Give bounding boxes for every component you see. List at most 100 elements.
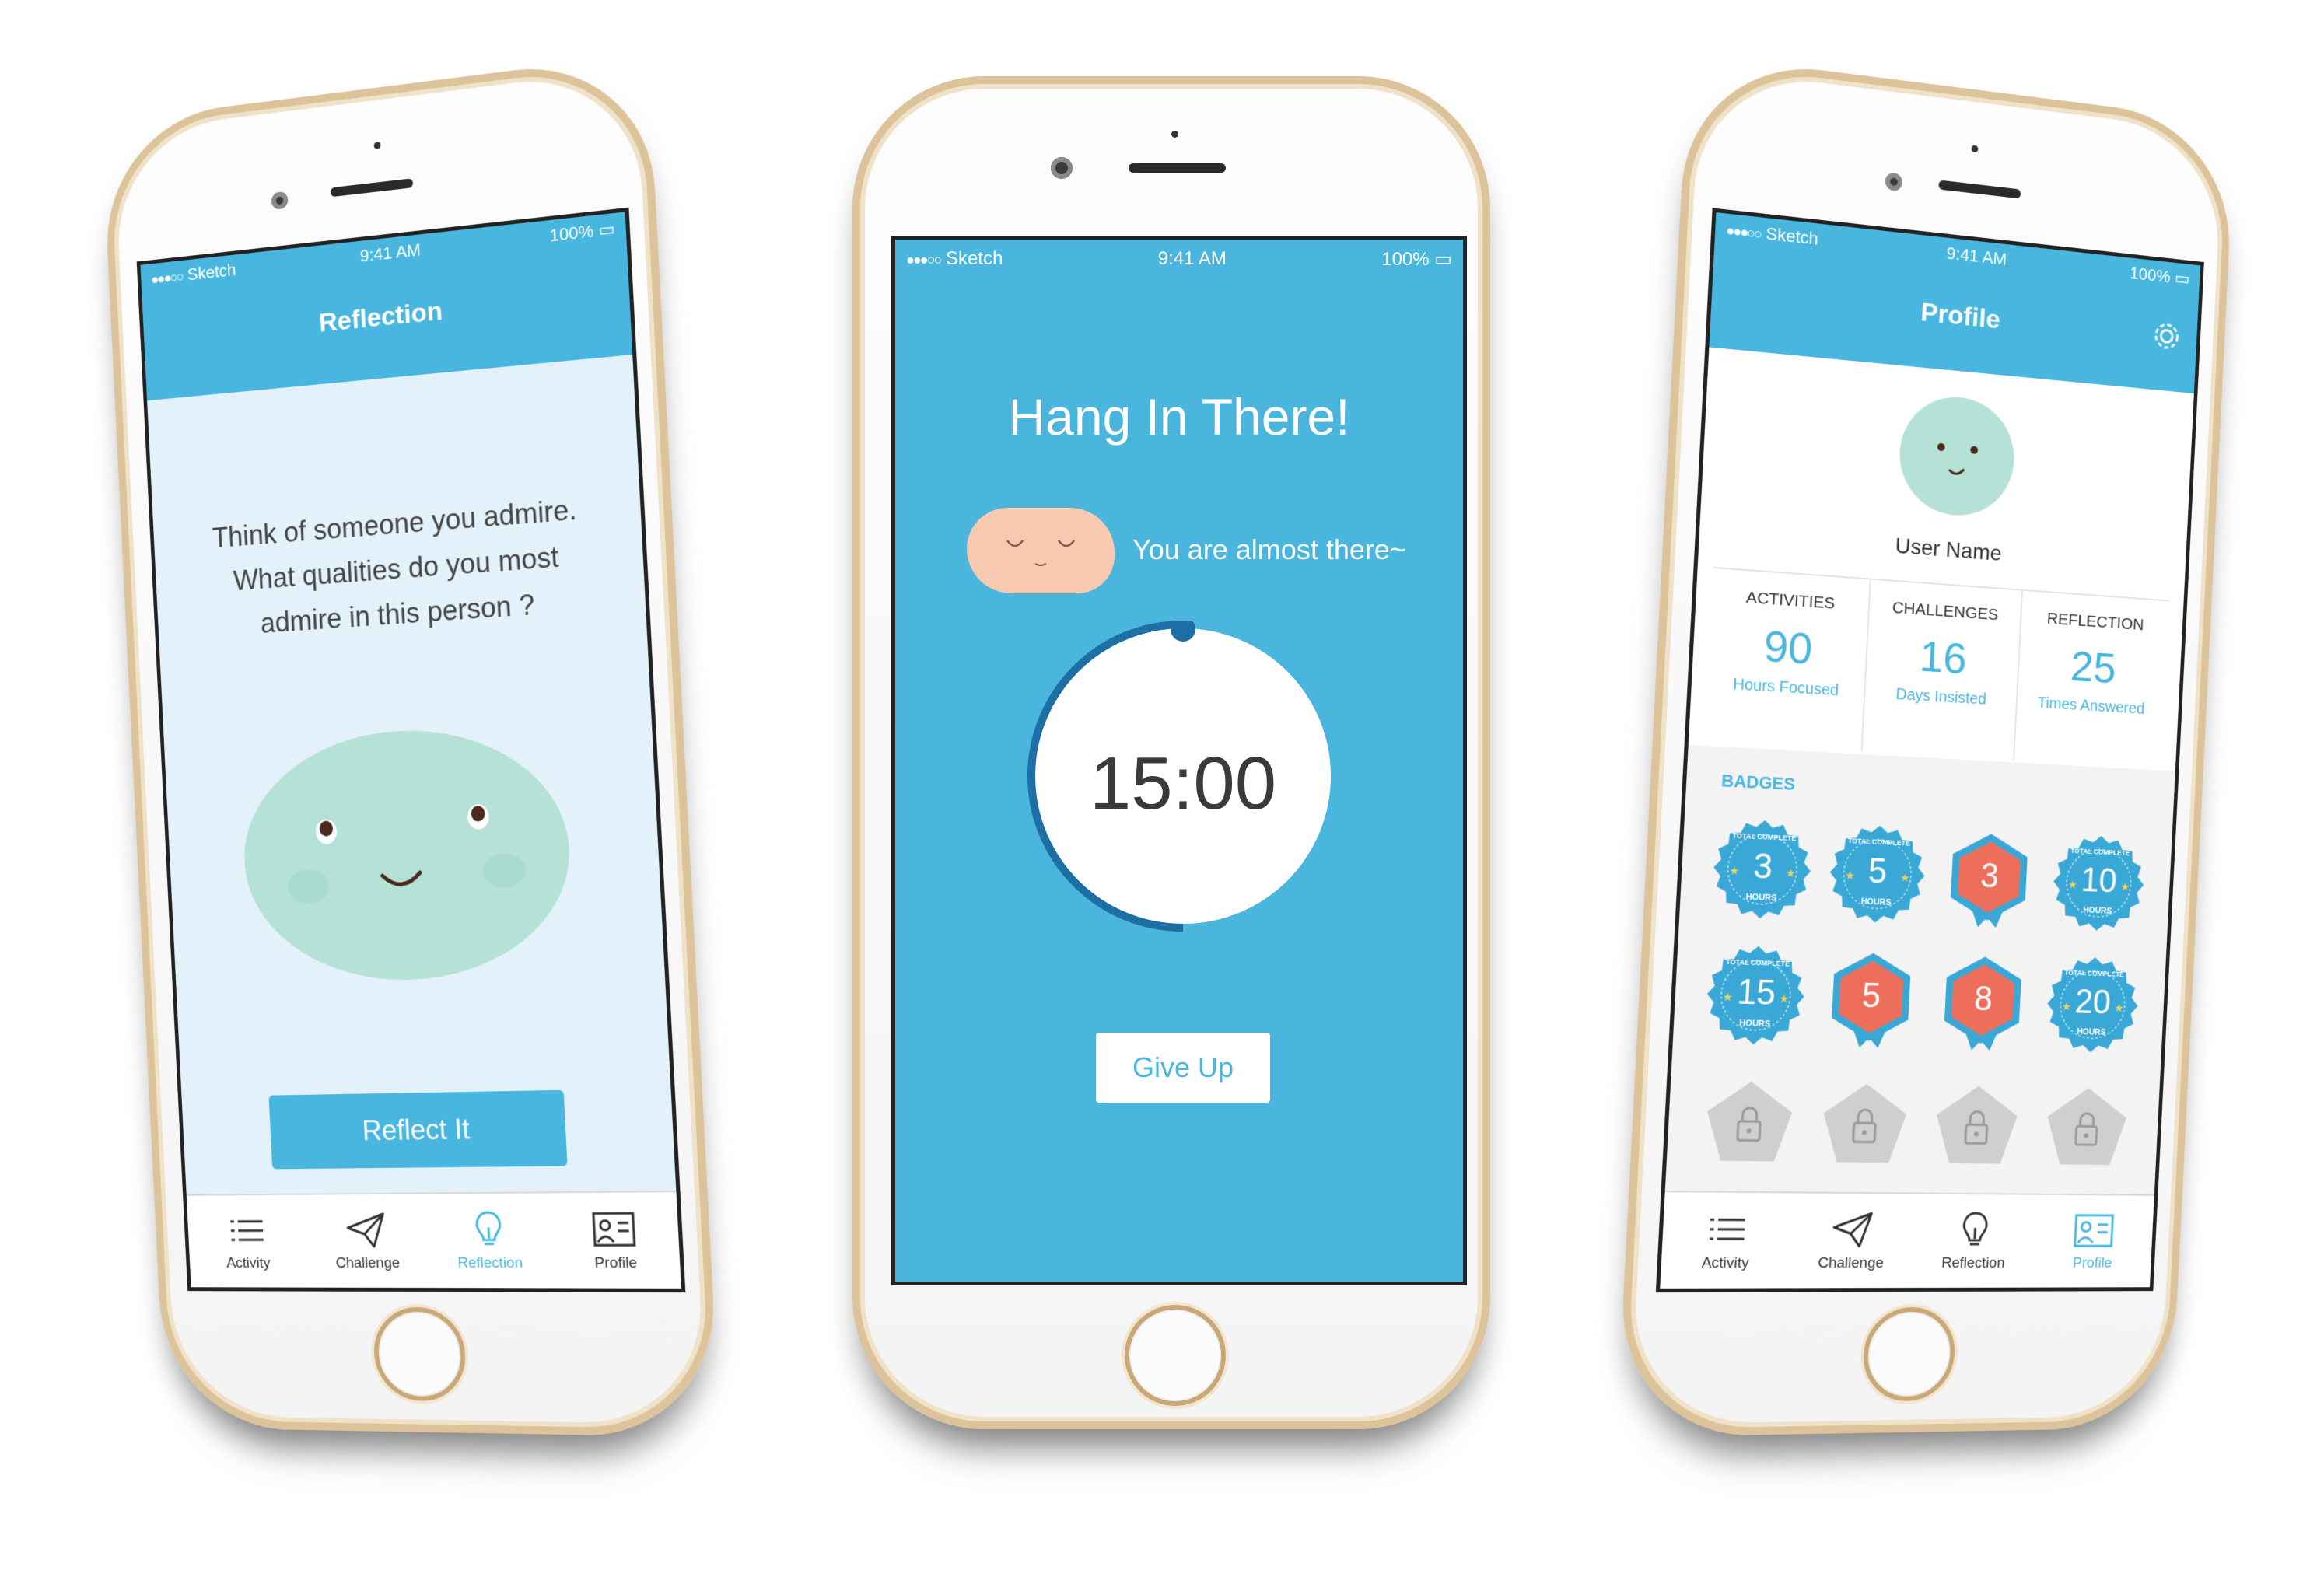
tab-challenge[interactable]: Challenge xyxy=(304,1194,429,1288)
status-bar: ●●●○○ Sketch 9:41 AM 100% ▭ xyxy=(140,212,626,295)
signal-icon: ●●●○○ xyxy=(150,268,184,288)
badge-value: 5 xyxy=(1860,976,1882,1016)
earpiece-speaker xyxy=(1129,163,1226,173)
signal-icon: ●●●○○ xyxy=(906,252,942,267)
stat-label: REFLECTION xyxy=(2046,609,2144,635)
stat-value: 25 xyxy=(2069,641,2118,693)
home-button[interactable] xyxy=(1861,1306,1958,1402)
badge-hexagon[interactable]: 8 xyxy=(1934,952,2032,1051)
tab-label: Reflection xyxy=(457,1254,523,1272)
lightbulb-icon xyxy=(1961,1210,1990,1250)
phone-reflection: ●●●○○ Sketch 9:41 AM 100% ▭ Reflection T… xyxy=(101,53,721,1438)
badge-hexagon[interactable]: 3 xyxy=(1941,829,2039,929)
carrier: Sketch xyxy=(946,248,1003,269)
tab-bar: Activity Challenge Reflection Profile xyxy=(1660,1191,2154,1289)
battery-level: 100% xyxy=(1381,248,1430,270)
proximity-sensor xyxy=(1171,131,1178,138)
badge-locked xyxy=(1698,1072,1801,1172)
tab-label: Activity xyxy=(226,1255,271,1271)
badges-grid: ★ ★ 3 HOURS TOTAL COMPLETE ★ ★ 5 HOURS TOTAL COMP… xyxy=(1698,817,2153,1175)
battery-icon: ▭ xyxy=(2174,267,2190,289)
countdown-timer: 15:00 xyxy=(1027,617,1339,932)
tab-reflection[interactable]: Reflection xyxy=(425,1193,554,1288)
badge-seal[interactable]: ★ ★ 20 HOURS TOTAL COMPLETE xyxy=(2044,956,2140,1054)
battery-icon: ▭ xyxy=(1434,248,1452,270)
badge-value: 8 xyxy=(1973,979,1994,1019)
tab-label: Reflection xyxy=(1941,1254,2006,1271)
tab-bar: Activity Challenge Reflection Profile xyxy=(186,1191,681,1289)
stat-label: CHALLENGES xyxy=(1892,598,1999,624)
front-camera xyxy=(271,191,289,210)
tab-challenge[interactable]: Challenge xyxy=(1787,1193,1916,1288)
earpiece-speaker xyxy=(1938,180,2021,199)
give-up-button[interactable]: Give Up xyxy=(1096,1033,1270,1103)
front-camera xyxy=(1051,157,1073,179)
badge-value: 3 xyxy=(1752,846,1774,886)
timer-screen: ●●●○○ Sketch 9:41 AM 100% ▭ Hang In Ther… xyxy=(891,236,1467,1285)
stat-reflection[interactable]: REFLECTION 25 Times Answered xyxy=(2014,591,2169,768)
badge-value: 15 xyxy=(1736,972,1777,1012)
stat-label: ACTIVITIES xyxy=(1745,588,1836,613)
badge-value: 10 xyxy=(2080,861,2118,900)
stat-sub: Times Answered xyxy=(2037,694,2145,718)
tab-activity[interactable]: Activity xyxy=(187,1195,309,1288)
tab-reflection[interactable]: Reflection xyxy=(1911,1194,2036,1288)
tab-label: Activity xyxy=(1701,1254,1750,1272)
badge-seal[interactable]: ★ ★ 10 HOURS TOTAL COMPLETE xyxy=(2050,834,2147,933)
stat-sub: Hours Focused xyxy=(1732,675,1839,700)
stat-value: 16 xyxy=(1918,631,1969,684)
progress-message: You are almost there~ xyxy=(1132,533,1406,565)
badge-seal[interactable]: ★ ★ 15 HOURS TOTAL COMPLETE xyxy=(1704,944,1808,1047)
badge-locked xyxy=(2039,1078,2134,1175)
tab-label: Challenge xyxy=(335,1254,401,1271)
home-button[interactable] xyxy=(372,1306,468,1402)
stat-sub: Days Insisted xyxy=(1895,685,1987,708)
stat-activities[interactable]: ACTIVITIES 90 Hours Focused xyxy=(1704,568,1871,752)
paper-plane-icon xyxy=(345,1210,387,1250)
tab-label: Profile xyxy=(593,1254,638,1272)
signal-icon: ●●●○○ xyxy=(1726,222,1762,242)
profile-card: User Name ACTIVITIES 90 Hours Focused CH… xyxy=(1688,347,2194,771)
badge-locked xyxy=(1815,1074,1915,1173)
badge-seal[interactable]: ★ ★ 5 HOURS TOTAL COMPLETE xyxy=(1827,823,1927,925)
tab-activity[interactable]: Activity xyxy=(1660,1192,1792,1289)
tab-label: Profile xyxy=(2072,1255,2112,1271)
encouragement-title: Hang In There! xyxy=(1008,388,1350,446)
home-button[interactable] xyxy=(1125,1305,1226,1406)
carrier: Sketch xyxy=(1765,223,1819,249)
profile-screen: ●●●○○ Sketch 9:41 AM 100% ▭ Profile User… xyxy=(1655,208,2204,1293)
tab-profile[interactable]: Profile xyxy=(2032,1195,2154,1288)
clock: 9:41 AM xyxy=(1945,243,2007,269)
page-title: Reflection xyxy=(318,295,443,338)
battery-level: 100% xyxy=(549,221,594,246)
earpiece-speaker xyxy=(330,178,414,198)
stat-challenges[interactable]: CHALLENGES 16 Days Insisted xyxy=(1862,579,2024,761)
phone-profile: ●●●○○ Sketch 9:41 AM 100% ▭ Profile User… xyxy=(1615,53,2235,1438)
badges-heading: BADGES xyxy=(1720,770,1796,795)
front-camera xyxy=(1885,172,1903,191)
tab-label: Challenge xyxy=(1817,1254,1885,1272)
badge-value: 3 xyxy=(1979,856,2000,896)
badge-locked xyxy=(1927,1075,2025,1173)
paper-plane-icon xyxy=(1832,1209,1874,1250)
battery-level: 100% xyxy=(2129,263,2172,287)
lightbulb-icon xyxy=(474,1209,503,1250)
reflection-screen: ●●●○○ Sketch 9:41 AM 100% ▭ Reflection T… xyxy=(136,207,686,1293)
avatar[interactable] xyxy=(1894,389,2020,523)
stat-value: 90 xyxy=(1762,620,1814,673)
reflect-it-button[interactable]: Reflect It xyxy=(268,1089,568,1170)
badge-value: 20 xyxy=(2074,982,2112,1022)
badge-value: 5 xyxy=(1867,851,1888,891)
timer-value: 15:00 xyxy=(1089,742,1277,825)
badge-seal[interactable]: ★ ★ 3 HOURS TOTAL COMPLETE xyxy=(1711,817,1814,921)
settings-gear-icon[interactable] xyxy=(2151,320,2182,356)
carrier: Sketch xyxy=(187,260,236,285)
status-bar: ●●●○○ Sketch 9:41 AM 100% ▭ xyxy=(895,240,1463,278)
proximity-sensor xyxy=(1971,145,1979,153)
phone-timer: ●●●○○ Sketch 9:41 AM 100% ▭ Hang In Ther… xyxy=(852,76,1490,1429)
clock: 9:41 AM xyxy=(1157,248,1227,269)
battery-icon: ▭ xyxy=(597,219,616,240)
tab-profile[interactable]: Profile xyxy=(549,1192,681,1289)
badge-hexagon[interactable]: 5 xyxy=(1821,949,1921,1049)
stats-row: ACTIVITIES 90 Hours Focused CHALLENGES 1… xyxy=(1704,566,2170,768)
